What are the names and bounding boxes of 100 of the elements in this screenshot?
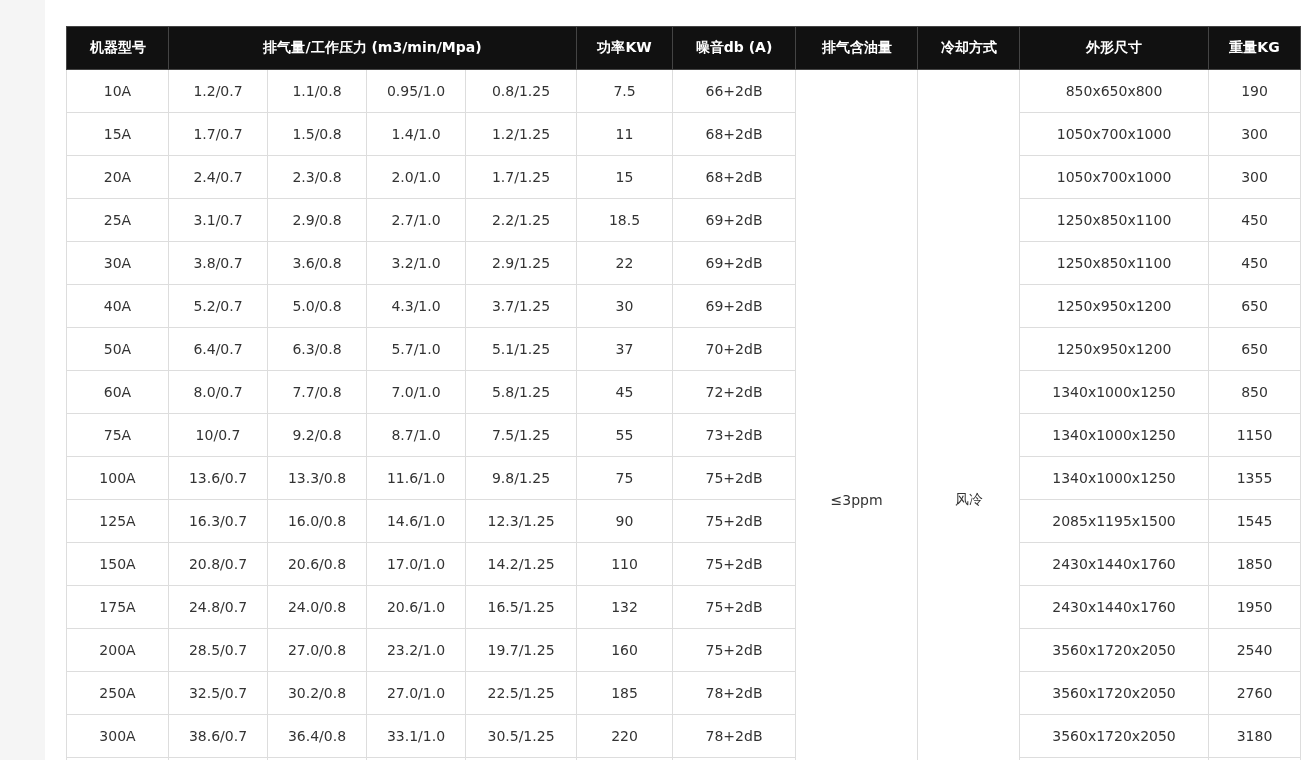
table-cell: 1950 bbox=[1208, 585, 1301, 629]
table-cell: 850x650x800 bbox=[1019, 69, 1209, 113]
table-cell: 2085x1195x1500 bbox=[1019, 499, 1209, 543]
table-cell: 2.2/1.25 bbox=[465, 198, 577, 242]
table-cell: 1.4/1.0 bbox=[366, 112, 466, 156]
table-cell: 1545 bbox=[1208, 499, 1301, 543]
table-cell: 40A bbox=[66, 284, 169, 328]
table-cell: 33.1/1.0 bbox=[366, 714, 466, 758]
table-cell: 0.95/1.0 bbox=[366, 69, 466, 113]
table-cell: 3560x1720x2050 bbox=[1019, 714, 1209, 758]
table-cell: 100A bbox=[66, 456, 169, 500]
table-cell: 1050x700x1000 bbox=[1019, 155, 1209, 199]
table-cell: 22.5/1.25 bbox=[465, 671, 577, 715]
table-cell: 250A bbox=[66, 671, 169, 715]
table-cell: 0.8/1.25 bbox=[465, 69, 577, 113]
table-cell: 20A bbox=[66, 155, 169, 199]
table-cell: 37 bbox=[576, 327, 673, 371]
table-cell: 650 bbox=[1208, 284, 1301, 328]
table-cell: 450 bbox=[1208, 241, 1301, 285]
table-cell: 185 bbox=[576, 671, 673, 715]
table-cell: ≤3ppm bbox=[795, 69, 918, 760]
table-cell: 650 bbox=[1208, 327, 1301, 371]
table-cell: 90 bbox=[576, 499, 673, 543]
column-header: 外形尺寸 bbox=[1019, 26, 1209, 70]
table-cell: 9.8/1.25 bbox=[465, 456, 577, 500]
table-cell: 3560x1720x2050 bbox=[1019, 671, 1209, 715]
table-cell: 14.6/1.0 bbox=[366, 499, 466, 543]
table-cell: 5.1/1.25 bbox=[465, 327, 577, 371]
table-cell: 11.6/1.0 bbox=[366, 456, 466, 500]
table-cell: 60A bbox=[66, 370, 169, 414]
table-cell: 7.0/1.0 bbox=[366, 370, 466, 414]
table-cell: 1.7/1.25 bbox=[465, 155, 577, 199]
table-cell: 5.0/0.8 bbox=[267, 284, 367, 328]
table-cell: 1340x1000x1250 bbox=[1019, 370, 1209, 414]
table-cell: 23.2/1.0 bbox=[366, 628, 466, 672]
column-header: 排气含油量 bbox=[795, 26, 918, 70]
table-cell: 5.7/1.0 bbox=[366, 327, 466, 371]
table-cell: 6.4/0.7 bbox=[168, 327, 268, 371]
table-cell: 45 bbox=[576, 370, 673, 414]
table-cell: 2.9/0.8 bbox=[267, 198, 367, 242]
table-cell: 1050x700x1000 bbox=[1019, 112, 1209, 156]
table-cell: 300 bbox=[1208, 155, 1301, 199]
table-cell: 2430x1440x1760 bbox=[1019, 585, 1209, 629]
table-cell: 22 bbox=[576, 241, 673, 285]
table-cell: 7.5/1.25 bbox=[465, 413, 577, 457]
table-cell: 850 bbox=[1208, 370, 1301, 414]
table-cell: 8.0/0.7 bbox=[168, 370, 268, 414]
table-cell: 14.2/1.25 bbox=[465, 542, 577, 586]
table-cell: 50A bbox=[66, 327, 169, 371]
table-cell: 6.3/0.8 bbox=[267, 327, 367, 371]
table-cell: 24.0/0.8 bbox=[267, 585, 367, 629]
table-cell: 220 bbox=[576, 714, 673, 758]
table-cell: 10/0.7 bbox=[168, 413, 268, 457]
table-cell: 10A bbox=[66, 69, 169, 113]
table-cell: 3.2/1.0 bbox=[366, 241, 466, 285]
table-cell: 7.5 bbox=[576, 69, 673, 113]
table-cell: 2760 bbox=[1208, 671, 1301, 715]
table-cell: 16.0/0.8 bbox=[267, 499, 367, 543]
table-cell: 1.5/0.8 bbox=[267, 112, 367, 156]
table-cell: 9.2/0.8 bbox=[267, 413, 367, 457]
table-cell: 2.9/1.25 bbox=[465, 241, 577, 285]
table-cell: 1355 bbox=[1208, 456, 1301, 500]
table-cell: 300 bbox=[1208, 112, 1301, 156]
table-cell: 55 bbox=[576, 413, 673, 457]
table-cell: 5.2/0.7 bbox=[168, 284, 268, 328]
table-cell: 66+2dB bbox=[672, 69, 796, 113]
table-cell: 3560x1720x2050 bbox=[1019, 628, 1209, 672]
table-cell: 1.2/1.25 bbox=[465, 112, 577, 156]
table-cell: 300A bbox=[66, 714, 169, 758]
table-cell: 200A bbox=[66, 628, 169, 672]
table-cell: 7.7/0.8 bbox=[267, 370, 367, 414]
table-cell: 11 bbox=[576, 112, 673, 156]
table-cell: 3.8/0.7 bbox=[168, 241, 268, 285]
table-cell: 1340x1000x1250 bbox=[1019, 413, 1209, 457]
table-cell: 2430x1440x1760 bbox=[1019, 542, 1209, 586]
table-cell: 20.8/0.7 bbox=[168, 542, 268, 586]
table-cell: 1250x850x1100 bbox=[1019, 198, 1209, 242]
table-cell: 8.7/1.0 bbox=[366, 413, 466, 457]
table-cell: 4.3/1.0 bbox=[366, 284, 466, 328]
table-cell: 1250x850x1100 bbox=[1019, 241, 1209, 285]
column-header: 冷却方式 bbox=[917, 26, 1020, 70]
table-cell: 18.5 bbox=[576, 198, 673, 242]
table-cell: 2.7/1.0 bbox=[366, 198, 466, 242]
table-cell: 20.6/0.8 bbox=[267, 542, 367, 586]
table-cell: 32.5/0.7 bbox=[168, 671, 268, 715]
table-cell: 16.3/0.7 bbox=[168, 499, 268, 543]
table-cell: 190 bbox=[1208, 69, 1301, 113]
table-cell: 3.7/1.25 bbox=[465, 284, 577, 328]
table-cell: 150A bbox=[66, 542, 169, 586]
table-cell: 110 bbox=[576, 542, 673, 586]
table-cell: 16.5/1.25 bbox=[465, 585, 577, 629]
table-cell: 38.6/0.7 bbox=[168, 714, 268, 758]
table-cell: 20.6/1.0 bbox=[366, 585, 466, 629]
table-cell: 13.6/0.7 bbox=[168, 456, 268, 500]
column-header: 噪音db (A) bbox=[672, 26, 796, 70]
table-cell: 30 bbox=[576, 284, 673, 328]
table-cell: 17.0/1.0 bbox=[366, 542, 466, 586]
table-cell: 30A bbox=[66, 241, 169, 285]
column-header: 重量KG bbox=[1208, 26, 1301, 70]
table-cell: 3.1/0.7 bbox=[168, 198, 268, 242]
